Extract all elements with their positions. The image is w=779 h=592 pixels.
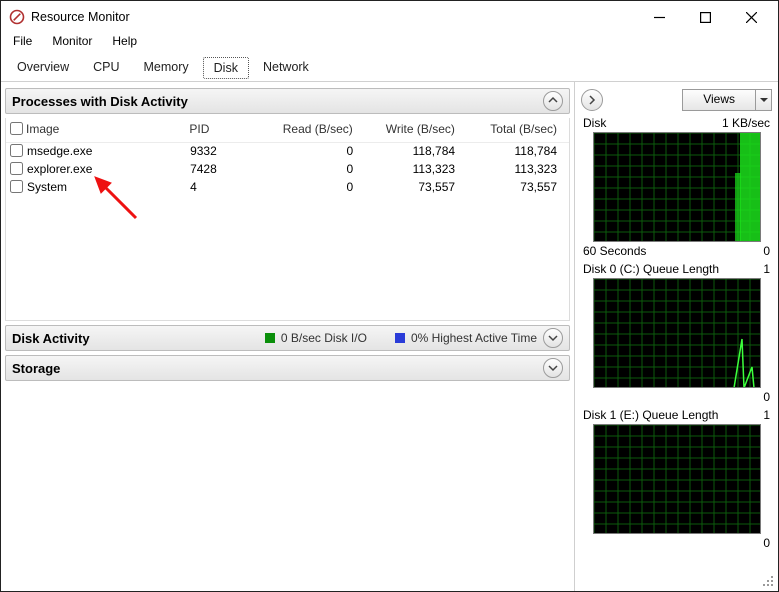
close-button[interactable]: [728, 2, 774, 32]
table-row[interactable]: msedge.exe 9332 0 118,784 118,784: [6, 143, 569, 161]
tab-memory[interactable]: Memory: [134, 57, 199, 79]
table-row[interactable]: explorer.exe 7428 0 113,323 113,323: [6, 161, 569, 179]
chart-scale: 1: [763, 262, 770, 276]
storage-title: Storage: [12, 361, 537, 376]
chart-title: Disk 0 (C:) Queue Length: [583, 262, 719, 276]
menubar: File Monitor Help: [1, 33, 778, 53]
col-write[interactable]: Write (B/sec): [353, 122, 455, 138]
cell-pid: 9332: [190, 144, 251, 160]
chart-min-label: 0: [763, 244, 770, 258]
tab-overview[interactable]: Overview: [7, 57, 79, 79]
cell-image: System: [27, 180, 190, 196]
chart-min-label: 0: [763, 536, 770, 550]
cell-image: msedge.exe: [27, 144, 190, 160]
right-panel-toolbar: Views: [581, 88, 772, 112]
processes-title: Processes with Disk Activity: [12, 94, 537, 109]
expand-disk-activity-icon[interactable]: [543, 328, 563, 348]
storage-header[interactable]: Storage: [5, 355, 570, 381]
minimize-button[interactable]: [636, 2, 682, 32]
chart-disk: Disk 1 KB/sec 60 Seconds 0: [581, 116, 772, 258]
resize-grip-icon[interactable]: [763, 576, 775, 588]
tab-network[interactable]: Network: [253, 57, 319, 79]
app-icon: [9, 9, 25, 25]
cell-total: 113,323: [455, 162, 563, 178]
views-label: Views: [683, 90, 755, 110]
collapse-processes-icon[interactable]: [543, 91, 563, 111]
processes-table: Image PID Read (B/sec) Write (B/sec) Tot…: [5, 118, 570, 321]
col-total[interactable]: Total (B/sec): [455, 122, 563, 138]
tabstrip: Overview CPU Memory Disk Network: [1, 53, 778, 82]
io-legend-icon: [265, 333, 275, 343]
resource-monitor-window: Resource Monitor File Monitor Help Overv…: [0, 0, 779, 592]
cell-image: explorer.exe: [27, 162, 190, 178]
row-checkbox[interactable]: [10, 180, 23, 193]
menu-monitor[interactable]: Monitor: [42, 33, 102, 53]
chart-disk0-queue: Disk 0 (C:) Queue Length 1 0: [581, 262, 772, 404]
chart-min-label: 0: [763, 390, 770, 404]
cell-write: 118,784: [353, 144, 455, 160]
tab-disk[interactable]: Disk: [203, 57, 249, 79]
menu-help[interactable]: Help: [102, 33, 147, 53]
active-legend-icon: [395, 333, 405, 343]
cell-read: 0: [251, 180, 353, 196]
row-checkbox[interactable]: [10, 162, 23, 175]
col-pid[interactable]: PID: [189, 122, 250, 138]
select-all-checkbox[interactable]: [10, 122, 23, 135]
disk-activity-legend: 0 B/sec Disk I/O 0% Highest Active Time: [265, 331, 537, 345]
disk-activity-header[interactable]: Disk Activity 0 B/sec Disk I/O 0% Highes…: [5, 325, 570, 351]
cell-write: 113,323: [353, 162, 455, 178]
table-row[interactable]: System 4 0 73,557 73,557: [6, 179, 569, 197]
menu-file[interactable]: File: [3, 33, 42, 53]
window-title: Resource Monitor: [31, 10, 636, 24]
chart-title: Disk 1 (E:) Queue Length: [583, 408, 718, 422]
cell-total: 118,784: [455, 144, 563, 160]
col-read[interactable]: Read (B/sec): [251, 122, 353, 138]
chart-canvas: [593, 278, 761, 388]
io-legend-label: 0 B/sec Disk I/O: [281, 331, 367, 345]
cell-pid: 4: [190, 180, 251, 196]
cell-write: 73,557: [353, 180, 455, 196]
active-legend-label: 0% Highest Active Time: [411, 331, 537, 345]
chart-canvas: [593, 424, 761, 534]
processes-header[interactable]: Processes with Disk Activity: [5, 88, 570, 114]
chart-xaxis-label: 60 Seconds: [583, 244, 646, 258]
cell-read: 0: [251, 162, 353, 178]
chart-canvas: [593, 132, 761, 242]
cell-total: 73,557: [455, 180, 563, 196]
col-image[interactable]: Image: [26, 122, 189, 138]
chevron-down-icon: [755, 90, 771, 110]
left-panel: Processes with Disk Activity Image PID R…: [1, 82, 574, 591]
hide-charts-button[interactable]: [581, 89, 603, 111]
chart-disk1-queue: Disk 1 (E:) Queue Length 1 0: [581, 408, 772, 550]
cell-read: 0: [251, 144, 353, 160]
maximize-button[interactable]: [682, 2, 728, 32]
right-panel: Views Disk 1 KB/sec 60: [574, 82, 778, 591]
chart-title: Disk: [583, 116, 606, 130]
titlebar: Resource Monitor: [1, 1, 778, 33]
views-dropdown[interactable]: Views: [682, 89, 772, 111]
table-header-row: Image PID Read (B/sec) Write (B/sec) Tot…: [6, 118, 569, 143]
cell-pid: 7428: [190, 162, 251, 178]
chart-scale: 1: [763, 408, 770, 422]
expand-storage-icon[interactable]: [543, 358, 563, 378]
chart-scale: 1 KB/sec: [722, 116, 770, 130]
row-checkbox[interactable]: [10, 144, 23, 157]
disk-activity-title: Disk Activity: [12, 331, 265, 346]
tab-cpu[interactable]: CPU: [83, 57, 129, 79]
